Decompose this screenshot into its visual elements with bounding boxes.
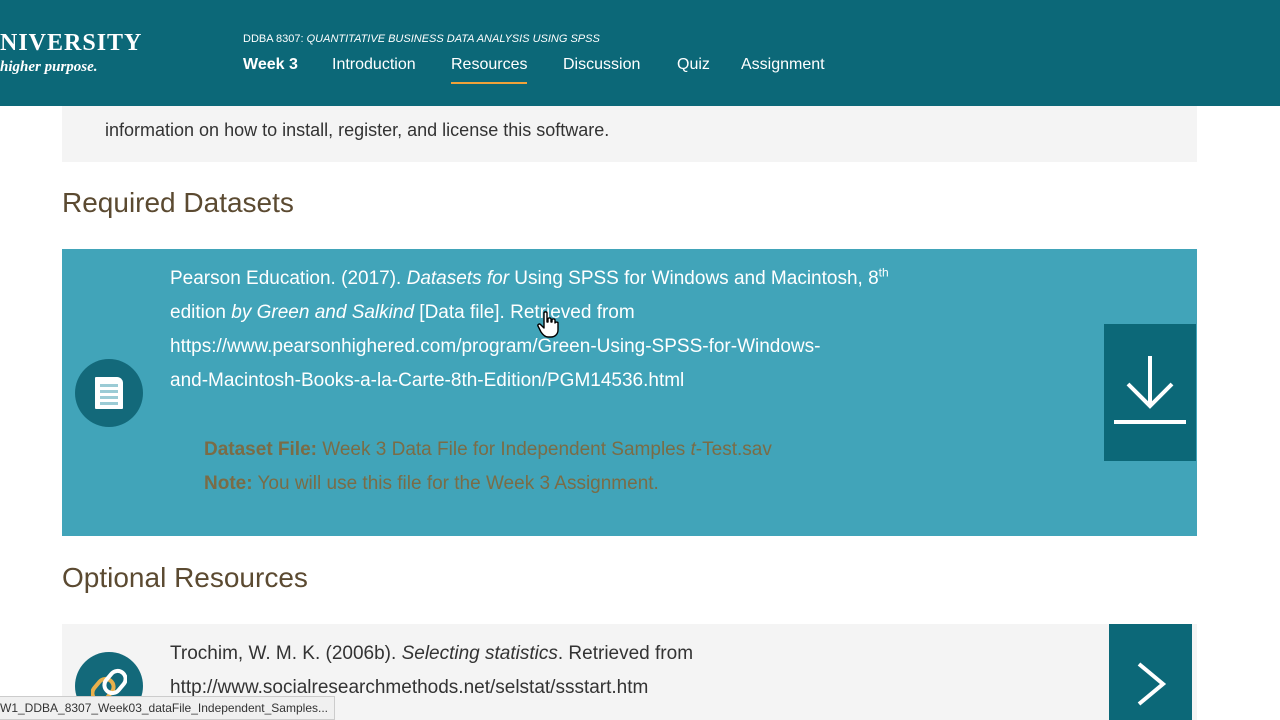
mouse-pointer-icon — [537, 311, 559, 338]
chevron-right-icon — [1137, 662, 1167, 706]
citation-url-line1[interactable]: https://www.pearsonhighered.com/program/… — [170, 336, 820, 357]
open-resource-button[interactable] — [1109, 624, 1192, 720]
citation-edition: edition — [170, 302, 232, 323]
dataset-file-label: Dataset File: — [204, 439, 317, 460]
dataset-file-value-ext: -Test.sav — [695, 439, 772, 460]
citation-url-line2[interactable]: and-Macintosh-Books-a-la-Carte-8th-Editi… — [170, 370, 684, 391]
required-datasets-heading: Required Datasets — [62, 187, 294, 218]
university-logo[interactable]: NIVERSITY higher purpose. — [0, 30, 142, 77]
citation-authors-italic: by Green and Salkind — [231, 302, 415, 323]
citation-title: Using SPSS for Windows and Macintosh, 8 — [509, 268, 879, 289]
nav-discussion[interactable]: Discussion — [563, 56, 640, 82]
course-code: DDBA 8307: — [243, 33, 304, 45]
note-label: Note: — [204, 473, 253, 494]
optional-resources-heading: Optional Resources — [62, 562, 308, 593]
nav-assignment[interactable]: Assignment — [741, 56, 825, 82]
dataset-card: Pearson Education. (2017). Datasets for … — [62, 249, 1197, 536]
citation-author: Pearson Education. (2017). — [170, 268, 407, 289]
course-title: QUANTITATIVE BUSINESS DATA ANALYSIS USIN… — [306, 33, 600, 45]
logo-tagline-text: higher purpose. — [0, 59, 98, 75]
nav-resources[interactable]: Resources — [451, 56, 528, 84]
software-info-panel: information on how to install, register,… — [62, 106, 1197, 162]
dataset-file-info: Dataset File: Week 3 Data File for Indep… — [204, 433, 772, 501]
optional-citation-url[interactable]: http://www.socialresearchmethods.net/sel… — [170, 677, 648, 698]
note-value: You will use this file for the Week 3 As… — [252, 473, 659, 494]
site-header: NIVERSITY higher purpose. DDBA 8307: QUA… — [0, 0, 1280, 106]
dataset-file-value: Week 3 Data File for Independent Samples — [316, 439, 691, 460]
nav-quiz[interactable]: Quiz — [677, 56, 710, 82]
nav-introduction[interactable]: Introduction — [332, 56, 416, 82]
optional-citation-retrieved: . Retrieved from — [557, 643, 694, 664]
document-page — [95, 377, 123, 409]
document-icon — [75, 359, 143, 427]
optional-resource-citation: Trochim, W. M. K. (2006b). Selecting sta… — [170, 637, 693, 705]
course-heading: DDBA 8307: QUANTITATIVE BUSINESS DATA AN… — [243, 33, 600, 45]
citation-retrieved: [Data file]. Retrieved from — [414, 302, 635, 323]
logo-tagline: higher purpose. — [0, 57, 142, 77]
software-info-text: information on how to install, register,… — [105, 120, 610, 140]
download-arrow-icon — [1114, 356, 1186, 424]
citation-title-italic: Datasets for — [406, 268, 510, 289]
logo-wordmark: NIVERSITY — [0, 30, 143, 56]
optional-citation-author: Trochim, W. M. K. (2006b). — [170, 643, 402, 664]
browser-status-bar: W1_DDBA_8307_Week03_dataFile_Independent… — [0, 696, 335, 720]
optional-citation-title: Selecting statistics — [401, 643, 558, 664]
download-button[interactable] — [1104, 324, 1196, 461]
citation-edition-sup: th — [878, 265, 889, 280]
nav-week[interactable]: Week 3 — [243, 56, 298, 82]
